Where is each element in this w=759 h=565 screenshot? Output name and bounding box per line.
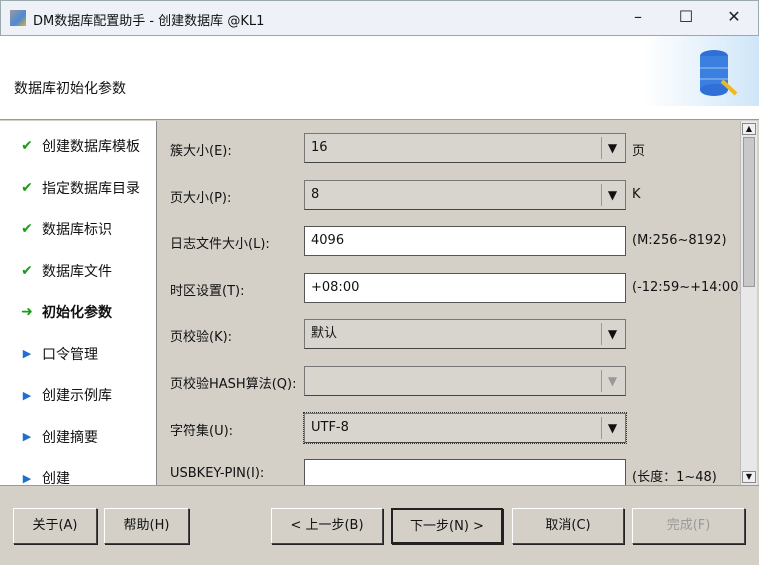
- triangle-right-icon: ▶: [22, 430, 32, 443]
- triangle-right-icon: ▶: [22, 388, 32, 402]
- field-unit: (-12:59~+14:00): [632, 279, 740, 295]
- scroll-down-icon[interactable]: ▼: [742, 471, 756, 483]
- chevron-down-icon[interactable]: ▼: [601, 416, 623, 439]
- title-bar: DM数据库配置助手 - 创建数据库 @KL1 – ☐ ✕: [0, 0, 759, 36]
- text-input[interactable]: 4096: [304, 226, 626, 257]
- app-icon: [10, 10, 26, 26]
- prev-button[interactable]: < 上一步(B): [271, 508, 383, 544]
- about-button[interactable]: 关于(A): [13, 508, 97, 544]
- window-title: DM数据库配置助手 - 创建数据库 @KL1: [33, 14, 265, 29]
- next-button[interactable]: 下一步(N) >: [391, 508, 503, 544]
- vertical-scrollbar[interactable]: ▲ ▼: [740, 121, 757, 485]
- field-unit: K: [632, 186, 641, 202]
- check-icon: ✔: [21, 138, 33, 154]
- field-label: USBKEY-PIN(I):: [170, 466, 265, 482]
- arrow-right-icon: ➜: [21, 304, 33, 320]
- dropdown-select[interactable]: 16 ▼: [304, 133, 626, 163]
- step-label: 初始化参数: [42, 305, 112, 321]
- header: 数据库初始化参数: [0, 36, 759, 120]
- step-label: 创建摘要: [42, 429, 98, 446]
- cancel-button[interactable]: 取消(C): [512, 508, 624, 544]
- chevron-down-icon[interactable]: ▼: [601, 137, 623, 159]
- step-item: ✔ 数据库文件: [20, 261, 112, 281]
- check-icon: ✔: [21, 221, 33, 237]
- field-value: 16: [311, 140, 328, 155]
- step-item: ➜ 初始化参数: [20, 302, 112, 322]
- field-label: 页校验HASH算法(Q):: [170, 377, 297, 392]
- field-label: 字符集(U):: [170, 423, 234, 439]
- step-label: 口令管理: [42, 346, 98, 363]
- field-value: 默认: [311, 326, 338, 342]
- text-input[interactable]: +08:00: [304, 272, 626, 303]
- chevron-down-icon[interactable]: ▼: [601, 183, 623, 206]
- form-panel: 簇大小(E): 16 ▼ 页页大小(P): 8 ▼ K 日志文件大小(L): 4096 (M:25…: [158, 121, 740, 485]
- field-unit: 页: [632, 144, 646, 159]
- field-unit: (长度：1~48): [632, 470, 717, 485]
- step-label: 创建示例库: [42, 388, 112, 404]
- step-item: ▶ 创建示例库: [20, 385, 112, 405]
- check-icon: ✔: [21, 262, 33, 279]
- field-value: +08:00: [311, 279, 360, 295]
- step-label: 创建数据库模板: [42, 139, 140, 155]
- step-item: ✔ 数据库标识: [20, 219, 112, 239]
- dropdown-select[interactable]: UTF-8 ▼: [303, 411, 627, 444]
- database-logo-icon: [644, 36, 759, 106]
- field-value: 8: [311, 186, 320, 202]
- dropdown-select[interactable]: ▼: [304, 366, 626, 396]
- field-label: 页大小(P):: [170, 190, 232, 206]
- field-label: 簇大小(E):: [170, 144, 232, 159]
- help-button[interactable]: 帮助(H): [104, 508, 189, 544]
- field-label: 日志文件大小(L):: [170, 237, 270, 253]
- field-label: 页校验(K):: [170, 330, 233, 346]
- close-button[interactable]: ✕: [711, 1, 757, 35]
- dropdown-select[interactable]: 8 ▼: [304, 179, 626, 210]
- step-label: 数据库标识: [42, 222, 112, 238]
- step-item: ✔ 创建数据库模板: [20, 136, 140, 156]
- wizard-steps: ✔ 创建数据库模板 ✔ 指定数据库目录 ✔ 数据库标识 ✔ 数据库文件 ➜ 初始化参数 ▶ 口令管理 ▶…: [0, 121, 157, 487]
- chevron-down-icon[interactable]: ▼: [601, 370, 623, 392]
- step-item: ✔ 指定数据库目录: [20, 178, 140, 198]
- triangle-right-icon: ▶: [22, 471, 32, 485]
- field-label: 时区设置(T):: [170, 283, 245, 299]
- maximize-button[interactable]: ☐: [663, 1, 709, 35]
- page-title: 数据库初始化参数: [14, 81, 126, 97]
- dropdown-select[interactable]: 默认 ▼: [304, 319, 626, 350]
- triangle-right-icon: ▶: [22, 347, 32, 360]
- button-bar: 关于(A) 帮助(H) < 上一步(B) 下一步(N) > 取消(C) 完成(F…: [0, 485, 759, 565]
- field-value: 4096: [311, 233, 345, 249]
- check-icon: ✔: [21, 179, 33, 196]
- step-label: 指定数据库目录: [42, 180, 140, 197]
- field-value: UTF-8: [311, 419, 349, 435]
- finish-button[interactable]: 完成(F): [632, 508, 745, 544]
- chevron-down-icon[interactable]: ▼: [601, 323, 623, 346]
- step-item: ▶ 口令管理: [20, 344, 98, 364]
- minimize-button[interactable]: –: [615, 1, 661, 35]
- scroll-thumb[interactable]: [743, 137, 755, 287]
- step-label: 数据库文件: [42, 263, 112, 280]
- field-unit: (M:256~8192): [632, 233, 727, 249]
- text-input[interactable]: [304, 459, 626, 485]
- step-item: ▶ 创建摘要: [20, 427, 98, 447]
- scroll-up-icon[interactable]: ▲: [742, 123, 756, 135]
